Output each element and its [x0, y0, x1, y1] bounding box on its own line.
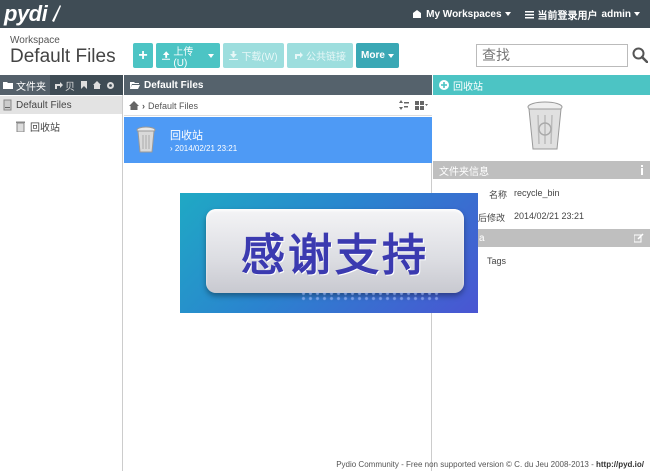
- folder-tree: Default Files 回收站: [0, 95, 123, 471]
- file-name: 回收站: [170, 129, 203, 142]
- plus-circle-icon: [439, 80, 449, 90]
- drive-icon: [3, 99, 12, 111]
- meta-section-title: a: [479, 232, 485, 244]
- info-modified-value: 2014/02/21 23:21: [514, 211, 585, 221]
- view-grid-icon[interactable]: [415, 100, 428, 110]
- banner-sparkle: [300, 291, 440, 301]
- more-button[interactable]: More: [356, 43, 399, 68]
- user-label: 当前登录用户: [537, 10, 598, 22]
- app-logo[interactable]: pydi: [4, 1, 48, 27]
- info-panel-title: 回收站: [453, 81, 483, 93]
- info-name-key: 名称: [489, 190, 508, 200]
- tree-item-default-files[interactable]: Default Files: [0, 96, 122, 114]
- public-link-button[interactable]: 公共链接: [287, 43, 353, 68]
- folder-icon: [3, 82, 13, 89]
- tree-item-label: Default Files: [16, 99, 72, 111]
- folder-open-icon: [130, 82, 140, 89]
- thanks-banner-image: 感谢支持: [180, 193, 478, 313]
- footer-text: Pydio Community - Free non supported ver…: [336, 460, 596, 469]
- workspace-label: Workspace: [10, 35, 60, 46]
- workspaces-icon: [413, 10, 422, 18]
- gear-icon: [107, 81, 114, 89]
- chevron-down-icon: [504, 12, 511, 16]
- sort-icon[interactable]: [399, 100, 409, 110]
- trash-icon: [136, 126, 156, 153]
- my-workspaces-label: My Workspaces: [426, 8, 502, 20]
- info-icon[interactable]: [640, 165, 644, 175]
- search-icon[interactable]: [632, 47, 648, 63]
- recycle-bin-icon: [527, 101, 563, 150]
- edit-icon[interactable]: [634, 233, 644, 243]
- upload-label: 上传(U): [173, 46, 194, 69]
- file-row-recycle-bin[interactable]: 回收站 › 2014/02/21 23:21: [124, 117, 432, 163]
- breadcrumb-separator: ›: [142, 100, 145, 111]
- top-bar: pydi My Workspaces 当前登录用户 admin: [0, 0, 650, 28]
- user-menu[interactable]: 当前登录用户 admin: [524, 7, 640, 22]
- tab-settings[interactable]: [106, 81, 115, 90]
- folder-info-title: 文件夹信息: [439, 166, 489, 178]
- info-panel-header: 回收站: [433, 75, 650, 95]
- toolbar: + 上传(U) 下载(W) 公共链接 More: [133, 43, 402, 69]
- info-modified-key: 后修改: [478, 213, 506, 223]
- tab-workspace[interactable]: [93, 81, 101, 89]
- add-button[interactable]: +: [133, 43, 153, 68]
- pen-logo-icon: [52, 5, 61, 22]
- chevron-down-icon: [208, 53, 214, 58]
- my-workspaces-menu[interactable]: My Workspaces: [412, 8, 511, 20]
- more-label: More: [361, 50, 385, 61]
- file-list-title: Default Files: [144, 79, 204, 91]
- left-tab-bar: 文件夹 贝: [0, 75, 123, 95]
- tab-folders[interactable]: 文件夹: [0, 75, 50, 95]
- share-icon: [55, 82, 63, 89]
- tree-item-label: 回收站: [30, 122, 60, 134]
- tab-bookmarks[interactable]: [80, 81, 88, 89]
- file-list-header: Default Files: [124, 75, 432, 95]
- tab-folders-label: 文件夹: [16, 81, 46, 93]
- upload-button[interactable]: 上传(U): [156, 43, 220, 69]
- banner-text: 感谢支持: [241, 230, 429, 281]
- tree-item-recycle-bin[interactable]: 回收站: [16, 117, 60, 135]
- page-title: Default Files: [10, 46, 116, 67]
- file-date: › 2014/02/21 23:21: [170, 144, 238, 153]
- share-icon: [295, 52, 303, 59]
- chevron-down-icon: [634, 12, 640, 16]
- breadcrumb-item[interactable]: Default Files: [148, 101, 198, 111]
- username: admin: [601, 8, 631, 20]
- download-label: 下载(W): [241, 52, 278, 63]
- search-input[interactable]: [476, 44, 628, 67]
- breadcrumb: › Default Files: [124, 96, 432, 116]
- folder-info-section-header: 文件夹信息: [433, 161, 650, 179]
- bookmark-icon: [81, 81, 87, 89]
- trash-icon: [16, 121, 25, 132]
- public-link-label: 公共链接: [306, 52, 346, 63]
- info-name-value: recycle_bin: [514, 188, 560, 198]
- footer: Pydio Community - Free non supported ver…: [336, 460, 644, 469]
- download-icon: [229, 51, 239, 60]
- tags-label: Tags: [487, 256, 507, 266]
- home-icon: [93, 81, 101, 89]
- footer-link[interactable]: http://pyd.io/: [596, 460, 644, 469]
- chevron-down-icon: [387, 53, 394, 58]
- home-icon[interactable]: [129, 101, 139, 110]
- tab-shared[interactable]: 贝: [55, 78, 75, 93]
- upload-icon: [162, 51, 171, 60]
- download-button[interactable]: 下载(W): [223, 43, 284, 68]
- tab-shared-label: 贝: [65, 81, 75, 93]
- menu-lines-icon: [524, 10, 534, 18]
